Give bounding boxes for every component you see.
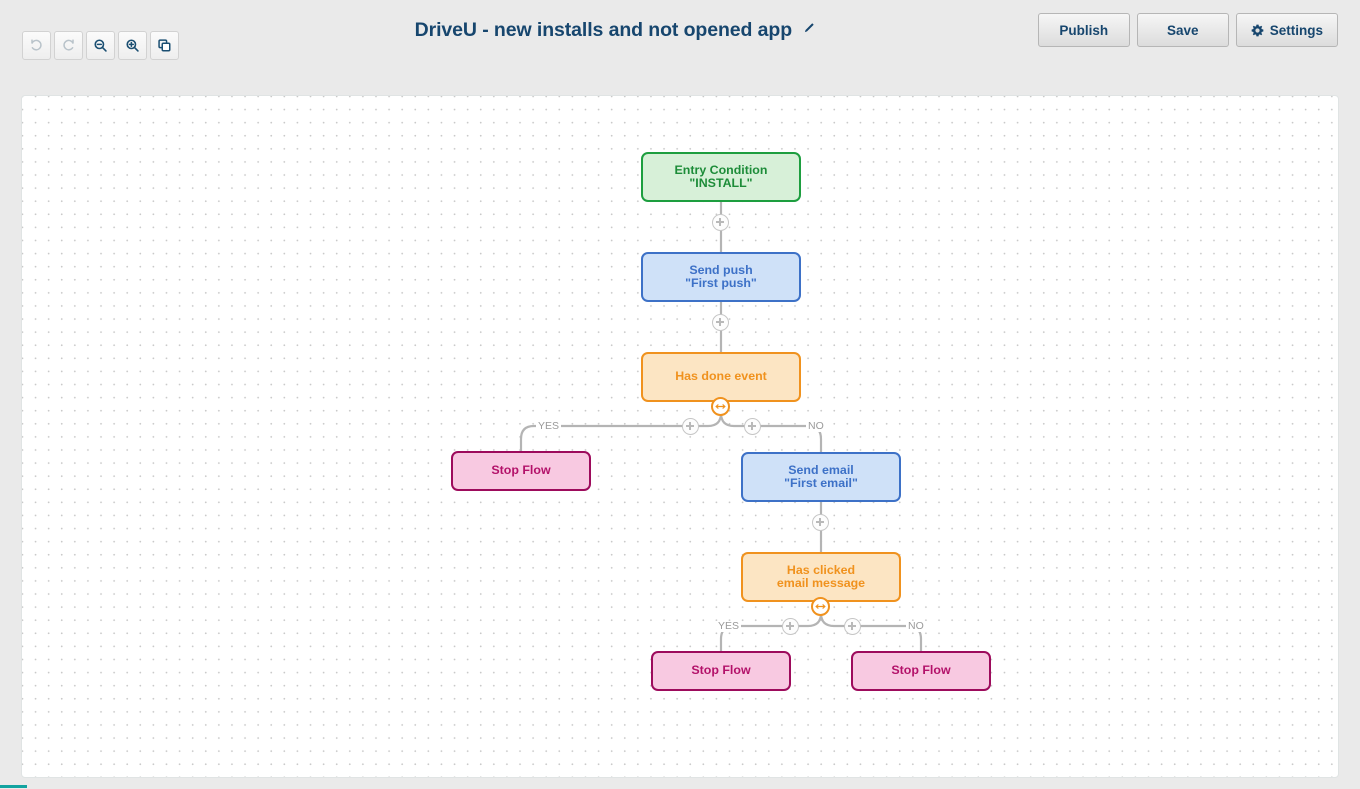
flow-diagram: Entry Condition "INSTALL" Send push "Fir… (22, 96, 1338, 777)
app-header: DriveU - new installs and not opened app… (0, 0, 1360, 95)
copy-icon (158, 39, 171, 52)
save-button-label: Save (1166, 22, 1199, 38)
pencil-icon[interactable] (802, 12, 815, 47)
page-title-text: DriveU - new installs and not opened app (414, 19, 793, 41)
zoom-out-button[interactable] (86, 31, 115, 60)
undo-icon (31, 39, 42, 51)
flow-node-label: Stop Flow (491, 463, 551, 478)
flow-node-send-email[interactable]: Send email "First email" (741, 452, 901, 502)
flow-node-label: Has clicked email message (776, 562, 866, 590)
flow-canvas[interactable]: Entry Condition "INSTALL" Send push "Fir… (21, 95, 1339, 778)
duplicate-button[interactable] (150, 31, 179, 60)
flow-node-has-clicked-email[interactable]: Has clicked email message (741, 552, 901, 602)
arrows-horizontal-icon (815, 604, 826, 609)
undo-button[interactable] (22, 31, 51, 60)
add-step-yes-branch-1[interactable] (682, 418, 699, 435)
flow-node-label: Has done event (675, 369, 767, 384)
arrows-horizontal-icon (715, 404, 726, 409)
redo-button[interactable] (54, 31, 83, 60)
add-step-no-branch-1[interactable] (744, 418, 761, 435)
split-toggle-clicked-mail[interactable] (811, 597, 830, 616)
flow-node-label: Send email "First email" (784, 462, 858, 490)
flow-node-stop-flow-2[interactable]: Stop Flow (651, 651, 791, 691)
zoom-in-icon (126, 39, 139, 52)
header-actions: Publish Save Settings (1037, 13, 1338, 47)
branch-label-no-1: NO (806, 420, 826, 432)
add-step-yes-branch-2[interactable] (782, 618, 799, 635)
settings-button-label: Settings (1269, 22, 1323, 38)
bottom-accent-bar (0, 785, 27, 788)
flow-node-label: Send push "First push" (685, 262, 757, 290)
settings-button[interactable]: Settings (1235, 13, 1338, 47)
branch-label-yes-2: YES (716, 620, 742, 632)
add-step-push-to-event[interactable] (712, 314, 729, 331)
flow-node-send-push[interactable]: Send push "First push" (641, 252, 801, 302)
branch-label-no-2: NO (906, 620, 926, 632)
flow-node-has-done-event[interactable]: Has done event (641, 352, 801, 402)
flow-node-label: Stop Flow (891, 663, 951, 678)
flow-node-stop-flow-3[interactable]: Stop Flow (851, 651, 991, 691)
publish-button-label: Publish (1059, 22, 1109, 38)
publish-button[interactable]: Publish (1037, 13, 1130, 47)
zoom-out-icon (94, 39, 107, 52)
split-toggle-done-event[interactable] (711, 397, 730, 416)
add-step-entry-to-push[interactable] (712, 214, 729, 231)
flow-node-stop-flow-1[interactable]: Stop Flow (451, 451, 591, 491)
page-title: DriveU - new installs and not opened app (380, 12, 850, 48)
canvas-toolbar (22, 31, 179, 60)
gear-icon (1251, 24, 1264, 36)
flow-node-label: Entry Condition "INSTALL" (674, 162, 768, 190)
redo-icon (63, 39, 74, 51)
flow-node-entry-condition[interactable]: Entry Condition "INSTALL" (641, 152, 801, 202)
add-step-email-to-click[interactable] (812, 514, 829, 531)
branch-label-yes-1: YES (536, 420, 562, 432)
flow-node-label: Stop Flow (691, 663, 751, 678)
save-button[interactable]: Save (1136, 13, 1229, 47)
add-step-no-branch-2[interactable] (844, 618, 861, 635)
zoom-in-button[interactable] (118, 31, 147, 60)
